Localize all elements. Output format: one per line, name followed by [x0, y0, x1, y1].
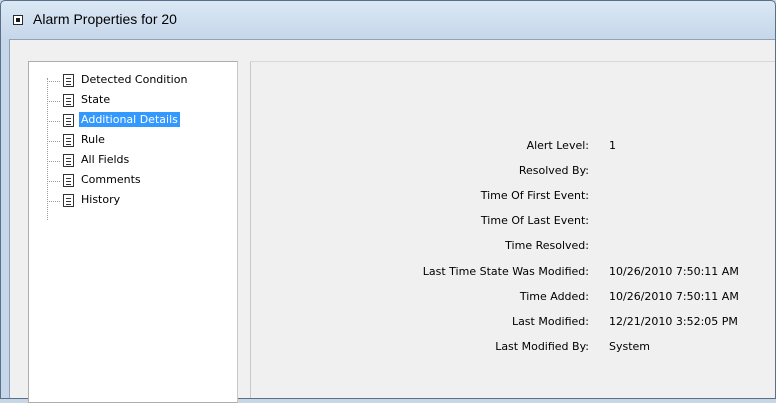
tree-branch-line [47, 181, 60, 182]
property-label: Last Time State Was Modified: [422, 265, 589, 278]
property-value: 10/26/2010 7:50:11 AM [609, 290, 739, 303]
tree-item-additional-details[interactable]: Additional Details [47, 112, 233, 132]
property-label: Last Modified By: [495, 340, 589, 353]
tree-item-label: History [81, 193, 121, 206]
property-label: Resolved By: [518, 164, 589, 177]
property-label: Last Modified: [511, 315, 589, 328]
property-row-time-resolved: Time Resolved: [251, 239, 775, 259]
property-value: System [609, 340, 651, 353]
document-icon [63, 114, 74, 127]
document-icon [63, 174, 74, 187]
property-row-time-added: Time Added: 10/26/2010 7:50:11 AM [251, 290, 775, 310]
system-menu-icon[interactable] [13, 15, 23, 25]
document-icon [63, 74, 74, 87]
document-icon [63, 94, 74, 107]
tree-item-state[interactable]: State [47, 92, 233, 112]
property-label: Time Of First Event: [480, 189, 589, 202]
property-row-alert-level: Alert Level: 1 [251, 139, 775, 159]
tree-item-label: Detected Condition [81, 73, 188, 86]
property-row-last-time-state-modified: Last Time State Was Modified: 10/26/2010… [251, 265, 775, 285]
property-label: Time Added: [519, 290, 589, 303]
title-bar[interactable]: Alarm Properties for 20 [1, 1, 775, 37]
property-row-time-of-first-event: Time Of First Event: [251, 189, 775, 209]
tree-branch-line [47, 141, 60, 142]
property-row-time-of-last-event: Time Of Last Event: [251, 214, 775, 234]
document-icon [63, 194, 74, 207]
tree-item-label: Rule [81, 133, 105, 146]
property-value: 10/26/2010 7:50:11 AM [609, 265, 739, 278]
tree-item-rule[interactable]: Rule [47, 132, 233, 152]
document-icon [63, 134, 74, 147]
tree-branch-line [47, 161, 60, 162]
property-row-last-modified: Last Modified: 12/21/2010 3:52:05 PM [251, 315, 775, 335]
dialog-client-area: Detected Condition State Additional Deta… [9, 39, 775, 403]
tree-item-all-fields[interactable]: All Fields [47, 152, 233, 172]
tree-item-label: State [81, 93, 111, 106]
additional-details-panel: Alert Level: 1 Resolved By: Time Of Firs… [250, 61, 775, 398]
tree-item-detected-condition[interactable]: Detected Condition [47, 72, 233, 92]
window-title: Alarm Properties for 20 [33, 11, 177, 27]
tree-item-label: Additional Details [79, 112, 180, 127]
property-label: Alert Level: [526, 139, 589, 152]
tree-item-label: Comments [81, 173, 141, 186]
property-row-last-modified-by: Last Modified By: System [251, 340, 775, 360]
tree-branch-line [47, 201, 60, 202]
alarm-properties-window: Alarm Properties for 20 Detected Conditi… [0, 0, 776, 403]
tree-branch-line [47, 121, 60, 122]
property-value: 1 [609, 139, 616, 152]
section-tree[interactable]: Detected Condition State Additional Deta… [28, 61, 238, 403]
tree-item-label: All Fields [81, 153, 130, 166]
property-row-resolved-by: Resolved By: [251, 164, 775, 184]
tree-branch-line [47, 81, 60, 82]
property-label: Time Resolved: [505, 239, 589, 252]
tree-item-history[interactable]: History [47, 192, 233, 212]
tree-item-comments[interactable]: Comments [47, 172, 233, 192]
tree-branch-line [47, 101, 60, 102]
property-value: 12/21/2010 3:52:05 PM [609, 315, 738, 328]
property-label: Time Of Last Event: [480, 214, 589, 227]
document-icon [63, 154, 74, 167]
